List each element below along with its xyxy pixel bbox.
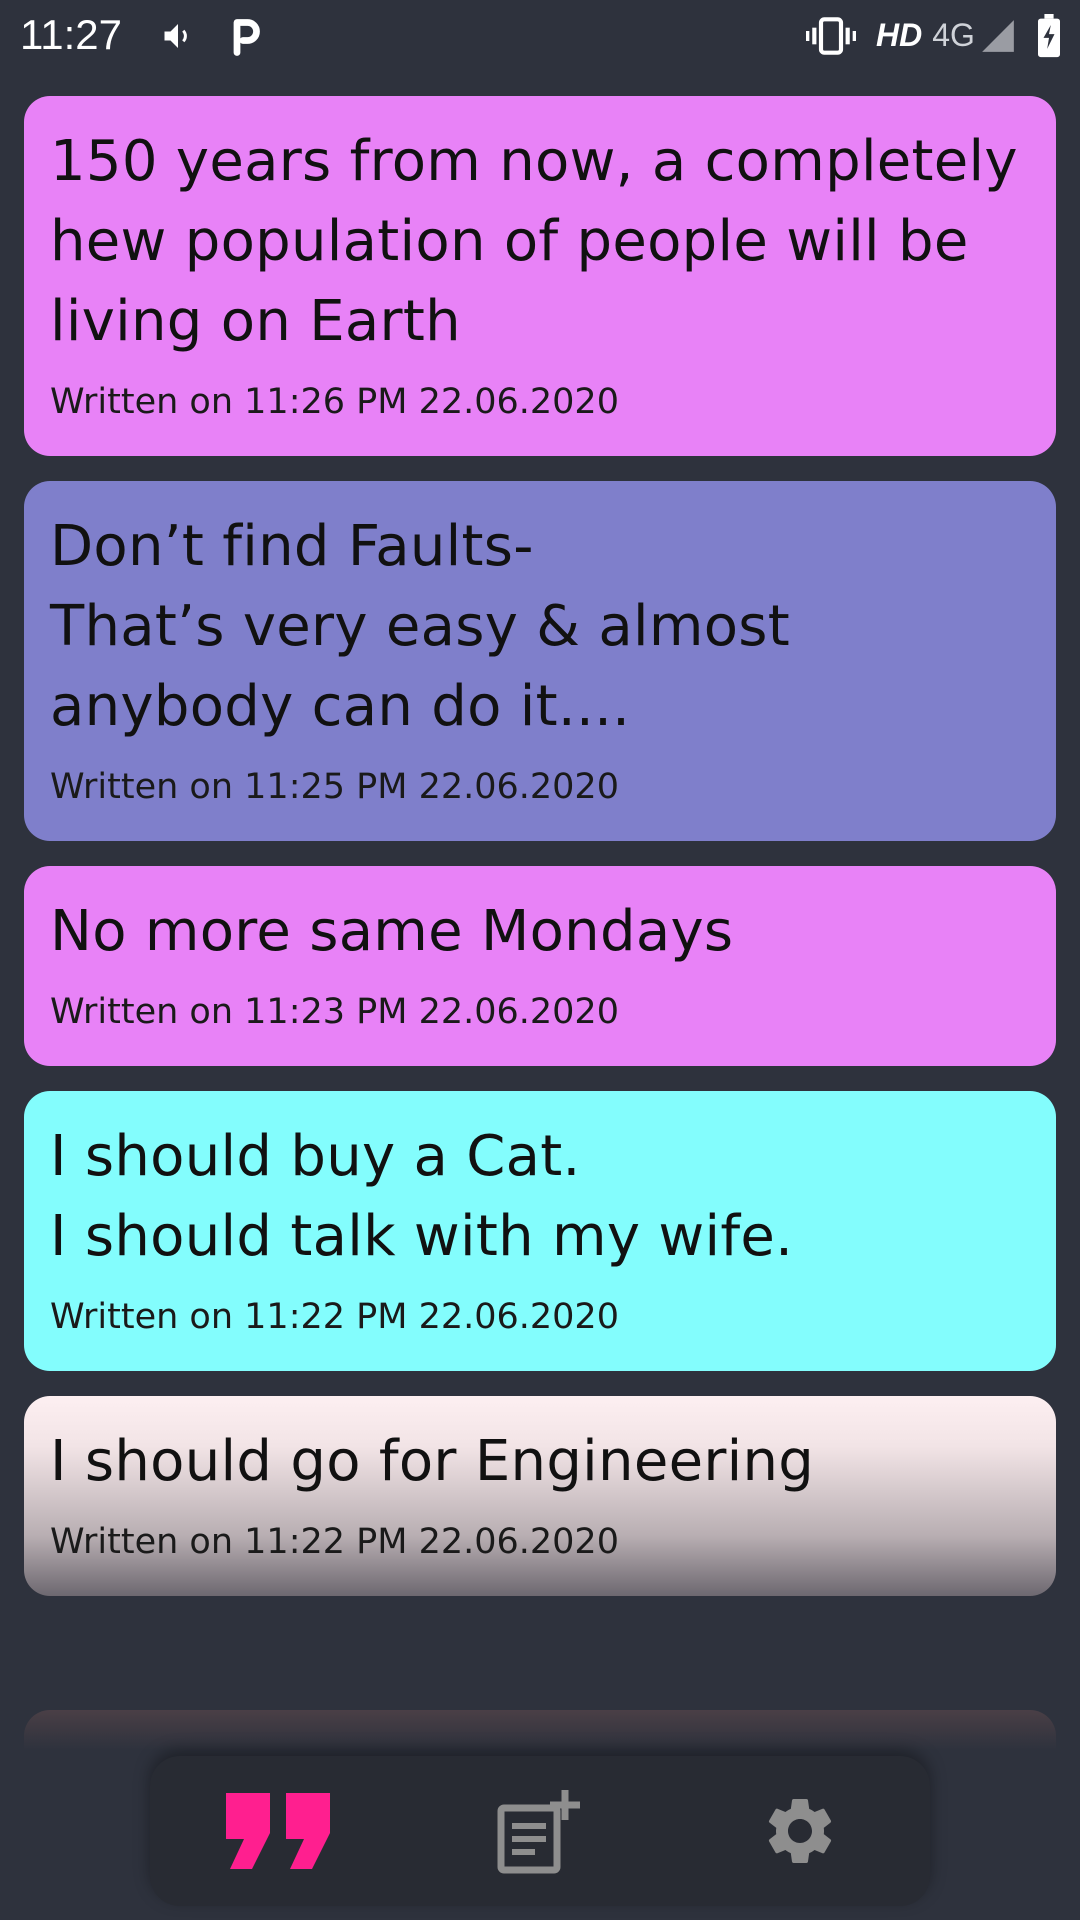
gear-icon <box>768 1799 832 1863</box>
vibrate-icon <box>804 14 858 58</box>
note-card[interactable]: No more same Mondays Written on 11:23 PM… <box>24 866 1056 1066</box>
nav-add-note-button[interactable] <box>465 1771 615 1891</box>
battery-charging-icon <box>1032 14 1066 58</box>
network-indicator: HD 4G <box>876 12 975 58</box>
app-screen: 11:27 HD 4G 150 years from now, a comple… <box>0 0 1080 1920</box>
quote-icon <box>226 1793 330 1869</box>
notes-list: 150 years from now, a completely hew pop… <box>24 96 1056 1621</box>
note-card[interactable]: Don’t find Faults- That’s very easy & al… <box>24 481 1056 841</box>
note-card[interactable]: I should buy a Cat. I should talk with m… <box>24 1091 1056 1371</box>
signal-icon <box>978 14 1018 58</box>
note-date: Written on 11:26 PM 22.06.2020 <box>50 382 619 422</box>
parking-app-icon <box>226 14 266 58</box>
network-type-label: 4G <box>932 17 975 53</box>
network-hd-label: HD <box>876 17 923 53</box>
note-date: Written on 11:22 PM 22.06.2020 <box>50 1522 619 1562</box>
note-card[interactable]: 150 years from now, a completely hew pop… <box>24 96 1056 456</box>
add-note-icon <box>497 1790 580 1874</box>
note-date: Written on 11:23 PM 22.06.2020 <box>50 992 619 1032</box>
note-text: No more same Mondays <box>50 899 734 964</box>
note-card[interactable]: I should go for Engineering Written on 1… <box>24 1396 1056 1596</box>
note-text: Don’t find Faults- That’s very easy & al… <box>50 514 790 739</box>
note-date: Written on 11:22 PM 22.06.2020 <box>50 1297 619 1337</box>
nav-quotes-button[interactable] <box>205 1771 355 1891</box>
note-card-partial <box>24 1710 1056 1750</box>
volume-icon <box>158 14 198 58</box>
note-text: I should buy a Cat. I should talk with m… <box>50 1124 794 1269</box>
status-time: 11:27 <box>20 11 122 58</box>
note-date: Written on 11:25 PM 22.06.2020 <box>50 767 619 807</box>
note-text: 150 years from now, a completely hew pop… <box>50 129 1018 354</box>
nav-settings-button[interactable] <box>725 1771 875 1891</box>
status-bar: 11:27 HD 4G <box>0 0 1080 72</box>
bottom-navigation <box>150 1756 930 1906</box>
note-text: I should go for Engineering <box>50 1429 815 1494</box>
